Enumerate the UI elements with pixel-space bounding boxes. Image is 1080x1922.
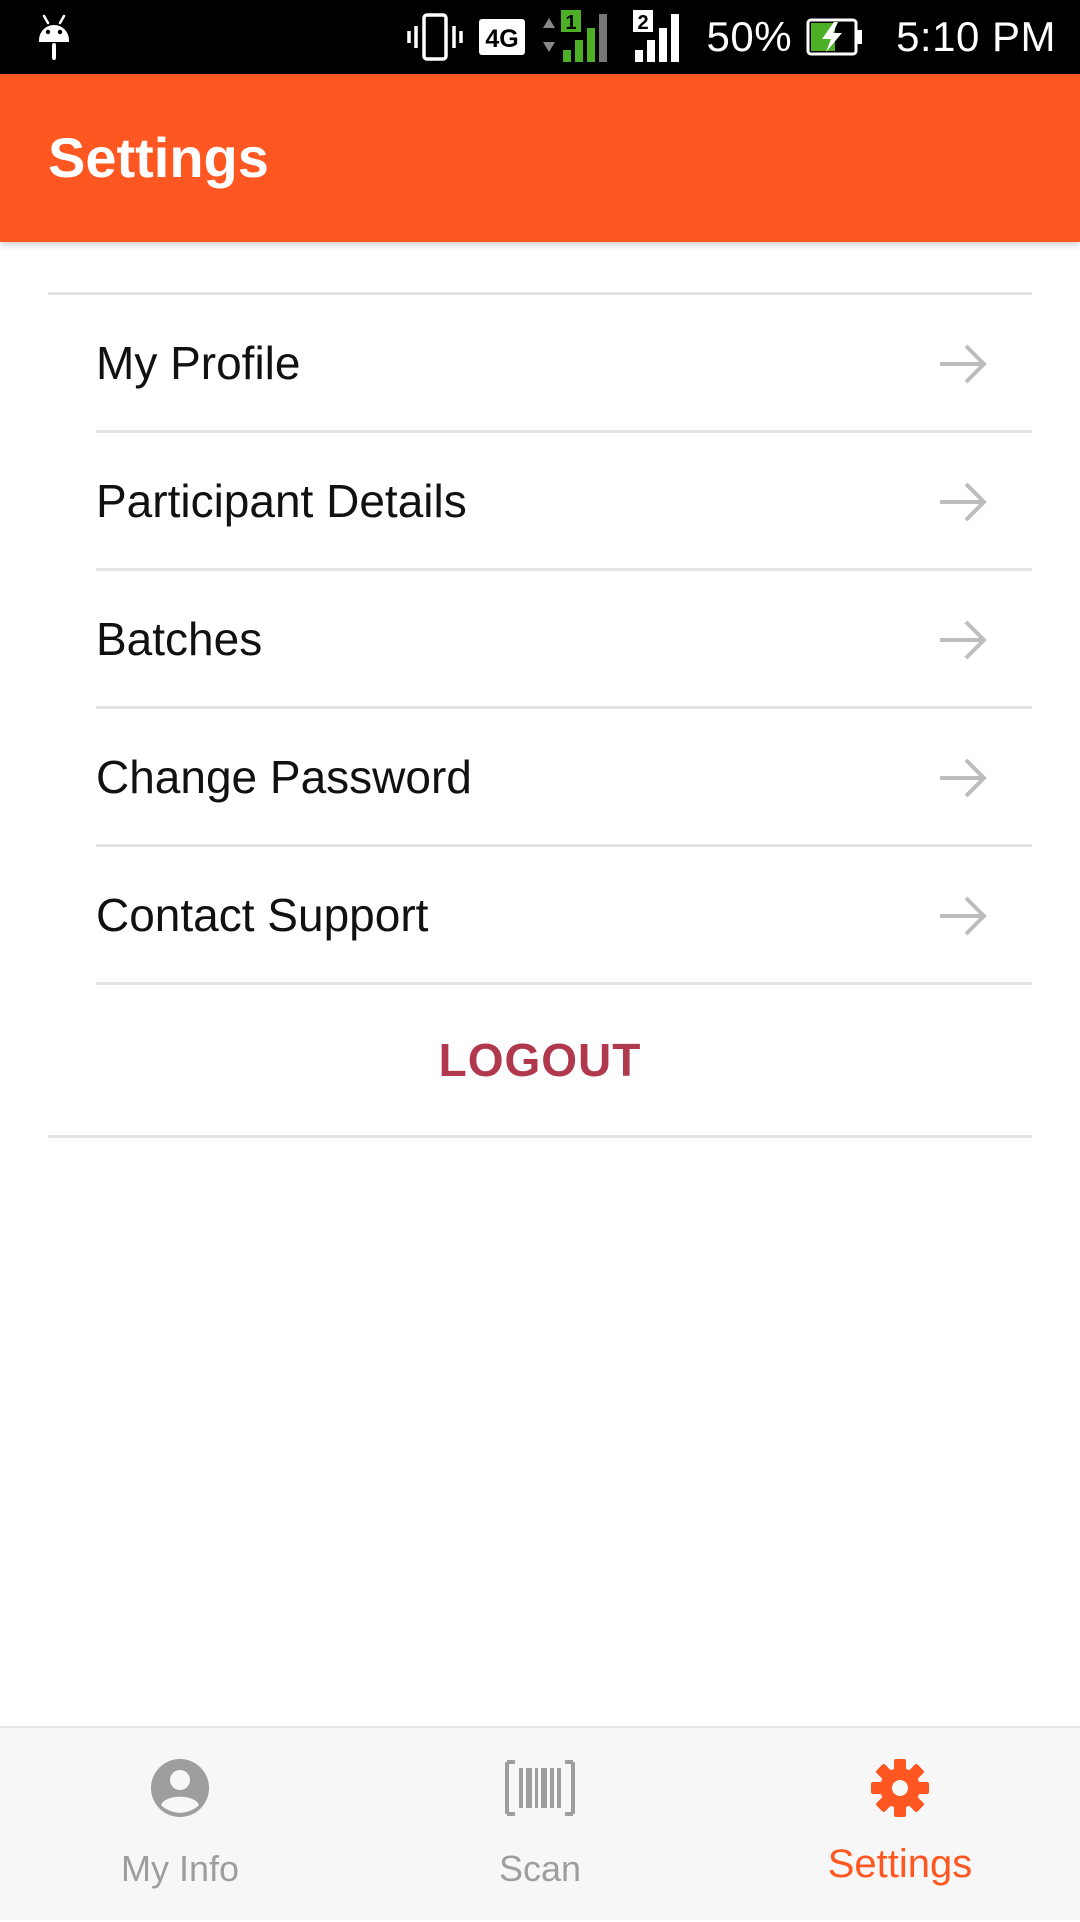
settings-item-label: My Profile [96, 337, 301, 389]
nav-tab-scan[interactable]: Scan [360, 1728, 720, 1922]
barcode-icon [505, 1760, 575, 1816]
arrow-right-icon [940, 482, 987, 522]
settings-item-label: Change Password [96, 751, 472, 803]
account-circle-icon [151, 1759, 209, 1817]
logout-button[interactable]: LOGOUT [48, 985, 1032, 1135]
settings-list: My Profile Participant Details Batches C… [48, 292, 1032, 1138]
signal-sim1-icon: 1 [542, 10, 607, 62]
arrow-right-icon [940, 896, 987, 936]
gear-icon [871, 1759, 929, 1817]
bottom-navigation: My Info Scan Settings [0, 1726, 1080, 1920]
settings-item-label: Contact Support [96, 889, 429, 941]
status-clock: 5:10 PM [896, 13, 1056, 60]
settings-item-batches[interactable]: Batches [96, 571, 1032, 709]
settings-item-participant-details[interactable]: Participant Details [96, 433, 1032, 571]
svg-text:4G: 4G [485, 25, 518, 53]
vibrate-icon [406, 13, 463, 61]
battery-charging-icon [806, 18, 863, 56]
nav-tab-settings[interactable]: Settings [720, 1728, 1080, 1922]
settings-item-my-profile[interactable]: My Profile [96, 295, 1032, 433]
settings-item-contact-support[interactable]: Contact Support [96, 847, 1032, 985]
network-type-icon: 4G [478, 19, 525, 55]
android-icon [39, 14, 69, 60]
settings-item-change-password[interactable]: Change Password [96, 709, 1032, 847]
nav-label: Settings [827, 1842, 973, 1886]
arrow-right-icon [940, 344, 987, 384]
settings-item-label: Batches [96, 613, 263, 665]
nav-label: Scan [498, 1848, 582, 1889]
settings-item-label: Participant Details [96, 475, 467, 527]
arrow-right-icon [940, 620, 987, 660]
arrow-right-icon [940, 758, 987, 798]
svg-text:2: 2 [637, 12, 648, 34]
nav-label: My Info [120, 1848, 240, 1889]
app-bar: Settings [0, 74, 1080, 242]
battery-percentage: 50% [706, 13, 793, 60]
page-title: Settings [48, 126, 269, 189]
nav-tab-my-info[interactable]: My Info [0, 1728, 360, 1922]
signal-sim2-icon: 2 [632, 10, 679, 62]
svg-text:1: 1 [565, 12, 576, 34]
status-bar: 4G 1 2 50% 5:10 PM [0, 0, 1080, 74]
